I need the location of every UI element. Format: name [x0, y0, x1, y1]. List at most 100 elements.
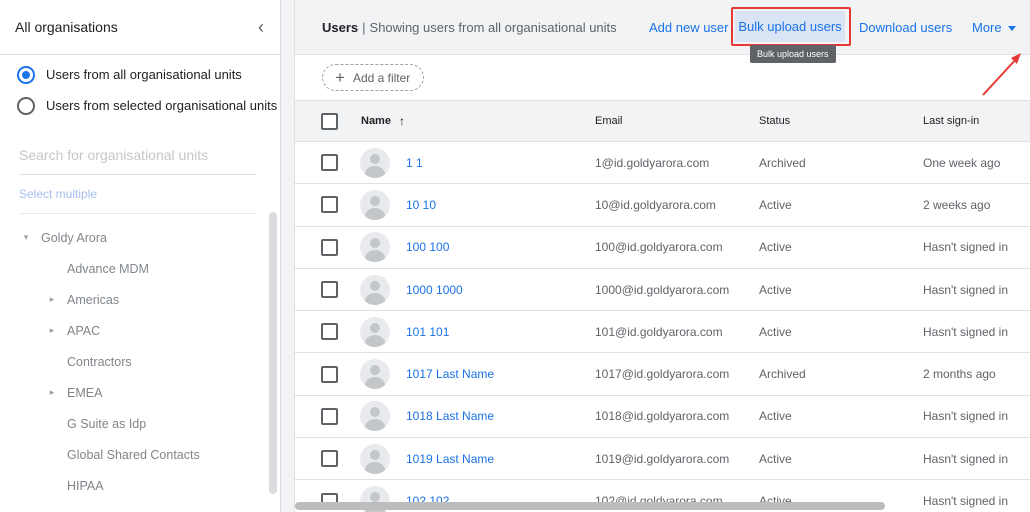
row-checkbox[interactable] — [321, 407, 338, 425]
column-header-last-sign-in[interactable]: Last sign-in — [923, 115, 979, 127]
user-last-sign-in: Hasn't signed in — [923, 451, 1009, 466]
user-status: Active — [759, 197, 792, 212]
radio-button-unchecked[interactable] — [17, 96, 35, 115]
user-name-link[interactable]: 1 1 — [406, 156, 423, 170]
user-status: Active — [759, 451, 792, 466]
tree-item[interactable]: HIPAA — [0, 470, 280, 501]
avatar — [360, 443, 390, 474]
tree-item-label: G Suite as Idp — [67, 416, 147, 431]
collapse-arrow-icon[interactable]: ▸ — [45, 387, 59, 398]
users-table-body: 1 1 1@id.goldyarora.com Archived One week a… — [295, 142, 1030, 512]
user-status: Active — [759, 282, 792, 297]
user-name-link[interactable]: 1018 Last Name — [406, 409, 494, 423]
tree-item[interactable]: Global Shared Contacts — [0, 439, 280, 470]
tree-item[interactable]: ▸ EMEA — [0, 377, 280, 408]
avatar-head — [370, 195, 380, 206]
user-last-sign-in: Hasn't signed in — [923, 409, 1009, 424]
org-unit-tree: ▾ Goldy Arora Advance MDM ▸ Americas ▸ APAC Con… — [0, 222, 280, 512]
table-row[interactable]: 10 10 10@id.goldyarora.com Active 2 weeks a… — [295, 184, 1030, 227]
user-name-link[interactable]: 101 101 — [406, 325, 449, 339]
add-new-user-button[interactable]: Add new user — [649, 20, 729, 35]
collapse-arrow-icon[interactable]: ▸ — [45, 294, 59, 305]
radio-all-units[interactable]: Users from all organisational units — [0, 59, 280, 90]
tree-item[interactable]: ▾ Goldy Arora — [0, 222, 280, 253]
table-row[interactable]: 1 1 1@id.goldyarora.com Archived One week a… — [295, 142, 1030, 185]
dropdown-arrow-icon — [1007, 26, 1016, 32]
page-subtitle: Showing users from all organisational un… — [369, 19, 617, 35]
expand-arrow-icon[interactable]: ▾ — [19, 232, 33, 243]
page-title: Users — [322, 19, 359, 35]
user-name-link[interactable]: 100 100 — [406, 240, 449, 254]
checkbox[interactable] — [321, 154, 338, 172]
checkbox[interactable] — [321, 323, 338, 341]
checkbox[interactable] — [321, 365, 338, 383]
download-users-button[interactable]: Download users — [859, 20, 952, 35]
tree-item[interactable]: Contractors — [0, 346, 280, 377]
radio-selected-units[interactable]: Users from selected organisational units — [0, 90, 280, 121]
collapse-sidebar-icon[interactable]: ‹ — [258, 17, 264, 38]
table-row[interactable]: 100 100 100@id.goldyarora.com Active Hasn't… — [295, 227, 1030, 269]
row-checkbox[interactable] — [321, 323, 338, 341]
collapse-arrow-icon[interactable]: ▸ — [45, 325, 59, 336]
user-name-link[interactable]: 1017 Last Name — [406, 367, 494, 381]
add-filter-button[interactable]: + Add a filter — [322, 64, 425, 91]
tree-item[interactable]: PHI — [0, 501, 280, 512]
org-unit-search-input[interactable] — [19, 147, 256, 163]
sort-ascending-icon[interactable]: ↑ — [399, 114, 405, 128]
user-email: 1018@id.goldyarora.com — [595, 409, 730, 424]
bulk-upload-users-button[interactable]: Bulk upload users — [735, 11, 845, 42]
tree-item[interactable]: ▸ APAC — [0, 315, 280, 346]
horizontal-scrollbar[interactable] — [295, 502, 885, 510]
row-checkbox[interactable] — [321, 238, 338, 256]
user-status: Archived — [759, 367, 806, 382]
row-checkbox[interactable] — [321, 154, 338, 172]
select-multiple-link[interactable]: Select multiple — [19, 187, 256, 214]
avatar-head — [370, 280, 380, 291]
checkbox[interactable] — [321, 238, 338, 256]
column-header-status[interactable]: Status — [759, 115, 790, 127]
avatar-head — [370, 449, 380, 460]
checkbox[interactable] — [321, 112, 338, 130]
users-panel: Users | Showing users from all organisat… — [294, 0, 1030, 512]
avatar-body — [365, 292, 385, 305]
org-unit-search — [19, 147, 256, 175]
avatar-body — [365, 461, 385, 474]
table-row[interactable]: 1019 Last Name 1019@id.goldyarora.com Acti… — [295, 438, 1030, 481]
select-all-checkbox[interactable] — [321, 112, 338, 130]
user-last-sign-in: 2 weeks ago — [923, 197, 991, 212]
avatar — [360, 316, 390, 347]
user-last-sign-in: Hasn't signed in — [923, 282, 1009, 297]
row-checkbox[interactable] — [321, 450, 338, 468]
tree-item[interactable]: Advance MDM — [0, 253, 280, 284]
table-row[interactable]: 1018 Last Name 1018@id.goldyarora.com Acti… — [295, 396, 1030, 439]
column-header-name[interactable]: Name ↑ — [361, 114, 405, 128]
user-email: 10@id.goldyarora.com — [595, 197, 716, 212]
sidebar-title: All organisations — [15, 19, 118, 35]
table-row[interactable]: 1000 1000 1000@id.goldyarora.com Active Has… — [295, 269, 1030, 312]
checkbox[interactable] — [321, 281, 338, 299]
tree-item[interactable]: G Suite as Idp — [0, 408, 280, 439]
user-email: 100@id.goldyarora.com — [595, 240, 723, 255]
user-last-sign-in: Hasn't signed in — [923, 494, 1009, 509]
avatar-head — [370, 492, 380, 503]
user-last-sign-in: Hasn't signed in — [923, 240, 1009, 255]
checkbox[interactable] — [321, 450, 338, 468]
checkbox[interactable] — [321, 407, 338, 425]
row-checkbox[interactable] — [321, 281, 338, 299]
column-header-email[interactable]: Email — [595, 115, 623, 127]
row-checkbox[interactable] — [321, 196, 338, 214]
table-row[interactable]: 1017 Last Name 1017@id.goldyarora.com Arch… — [295, 353, 1030, 396]
user-name-link[interactable]: 10 10 — [406, 198, 436, 212]
user-email: 1019@id.goldyarora.com — [595, 451, 730, 466]
tree-item[interactable]: ▸ Americas — [0, 284, 280, 315]
row-checkbox[interactable] — [321, 365, 338, 383]
user-name-link[interactable]: 1000 1000 — [406, 283, 463, 297]
radio-label: Users from selected organisational units — [46, 98, 278, 113]
user-name-link[interactable]: 1019 Last Name — [406, 452, 494, 466]
radio-button-checked[interactable] — [17, 65, 35, 84]
sidebar-scrollbar[interactable] — [269, 212, 277, 494]
more-menu-button[interactable]: More — [972, 20, 1016, 35]
checkbox[interactable] — [321, 196, 338, 214]
table-row[interactable]: 101 101 101@id.goldyarora.com Active Hasn't… — [295, 311, 1030, 354]
avatar — [360, 274, 390, 305]
